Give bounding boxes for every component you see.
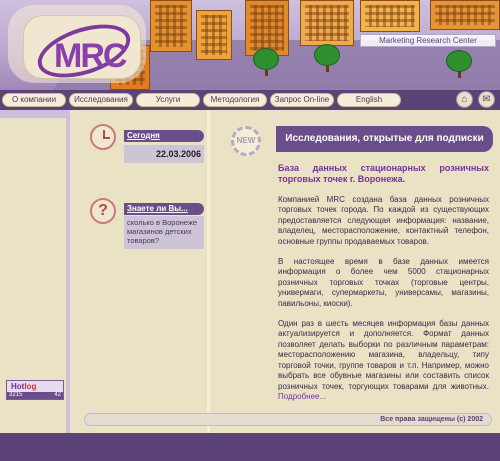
hotlog-sub: 42 xyxy=(54,392,61,398)
banner-building xyxy=(150,0,192,52)
home-icon[interactable]: ⌂ xyxy=(456,91,473,108)
page-title: Исследования, открытые для подписки xyxy=(276,126,493,152)
hotlog-logo: Hotlog xyxy=(7,381,63,392)
current-date: 22.03.2006 xyxy=(124,145,204,163)
nav-research[interactable]: Исследования xyxy=(69,93,133,107)
today-heading[interactable]: Сегодня xyxy=(124,130,204,142)
hotlog-counter[interactable]: Hotlog 3215 42 xyxy=(6,380,64,400)
main-content: NEW Исследования, открытые для подписки … xyxy=(213,110,500,433)
hotlog-count: 3215 xyxy=(9,392,23,398)
banner-building xyxy=(430,0,500,30)
more-link[interactable]: Подробнее... xyxy=(278,392,326,401)
tree-icon xyxy=(253,48,279,70)
info-column: Сегодня 22.03.2006 ? Знаете ли Вы... ско… xyxy=(74,110,210,433)
nav-services[interactable]: Услуги xyxy=(136,93,200,107)
did-you-know-heading[interactable]: Знаете ли Вы... xyxy=(124,203,204,215)
mail-icon[interactable]: ✉ xyxy=(478,91,495,108)
tree-icon xyxy=(446,50,472,72)
nav-about[interactable]: О компании xyxy=(2,93,66,107)
banner-building xyxy=(300,0,354,46)
new-badge-icon: NEW xyxy=(231,126,261,156)
header-banner: MRC Marketing Research Center xyxy=(0,0,500,90)
article-paragraph: В настоящее время в базе данных имеется … xyxy=(278,257,489,308)
site-slogan: Marketing Research Center xyxy=(360,34,496,47)
article-subheading: База данных стационарных розничных торго… xyxy=(278,163,489,184)
hotlog-stats: 3215 42 xyxy=(7,392,63,399)
copyright-footer: Все права защищены (с) 2002 xyxy=(84,413,492,426)
left-sidebar: Hotlog 3215 42 xyxy=(0,110,70,433)
bottom-bar xyxy=(0,433,500,461)
did-you-know-text[interactable]: сколько в Воронеже магазинов детских тов… xyxy=(124,216,204,249)
nav-online-request[interactable]: Запрос On-line xyxy=(270,93,334,107)
clock-icon xyxy=(90,124,116,150)
nav-methodology[interactable]: Методология xyxy=(203,93,267,107)
article-paragraph: Компанией MRC создана база данных рознич… xyxy=(278,195,489,246)
main-nav: О компании Исследования Услуги Методолог… xyxy=(0,90,500,110)
sidebar-strip xyxy=(0,110,70,118)
article-paragraph: Один раз в шесть месяцев информация базы… xyxy=(278,319,489,401)
article-body: База данных стационарных розничных торго… xyxy=(278,163,489,412)
logo-text: MRC xyxy=(54,37,127,75)
mrc-logo[interactable]: MRC xyxy=(23,14,141,88)
banner-building xyxy=(196,10,232,60)
logo-container: MRC xyxy=(8,5,146,88)
nav-english[interactable]: English xyxy=(337,93,401,107)
banner-building xyxy=(360,0,420,32)
tree-icon xyxy=(314,44,340,66)
question-icon: ? xyxy=(90,198,116,224)
